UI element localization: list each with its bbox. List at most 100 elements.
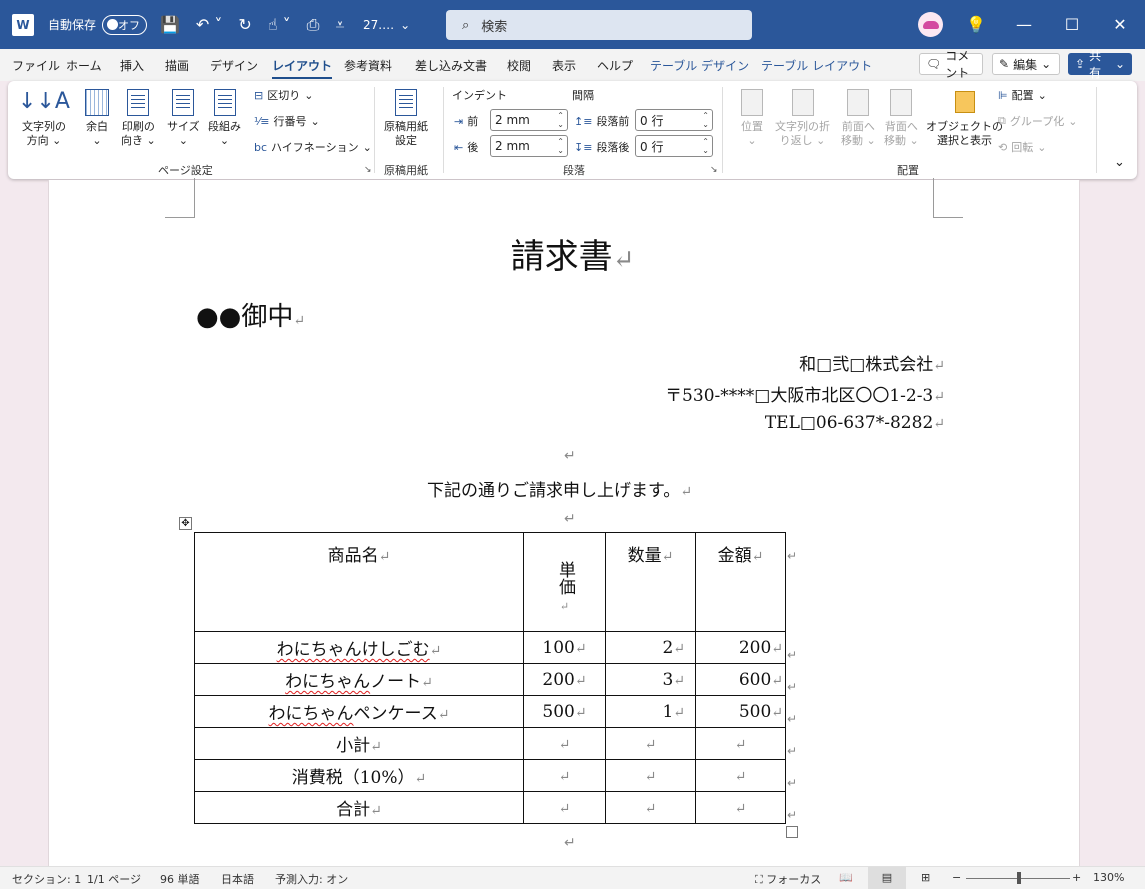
tab-mailings[interactable]: 差し込み文書	[415, 57, 487, 74]
empty-cell[interactable]: ↵	[523, 727, 606, 760]
product-cell[interactable]: わにちゃんノート↵	[194, 663, 524, 696]
bring-forward-button[interactable]: 前面へ 移動 ⌄	[841, 87, 876, 148]
rotate-button[interactable]: ⟲ 回転 ⌄	[998, 139, 1046, 155]
line-numbers-button[interactable]: ⅟≡ 行番号 ⌄	[254, 113, 320, 129]
zoom-level[interactable]: 130%	[1093, 871, 1124, 884]
tab-view[interactable]: 表示	[552, 57, 576, 74]
text-direction-button[interactable]: ↓↓A 文字列の 方向 ⌄	[18, 87, 70, 148]
maximize-button[interactable]: ☐	[1048, 0, 1096, 49]
empty-cell[interactable]: ↵	[695, 791, 786, 824]
tab-draw[interactable]: 描画	[165, 57, 189, 74]
spinner-arrows-icon[interactable]: ⌃ ⌄	[557, 111, 564, 129]
amount-cell[interactable]: 200↵	[695, 631, 786, 664]
spinner-arrows-icon[interactable]: ⌃ ⌄	[702, 137, 709, 155]
indent-after-input[interactable]: 2 mm ⌃ ⌄	[490, 135, 568, 157]
unit-price-cell[interactable]: 100↵	[523, 631, 606, 664]
tax-label-cell[interactable]: 消費税（10%）↵	[194, 759, 524, 792]
header-cell-product[interactable]: 商品名↵	[194, 532, 524, 632]
product-cell[interactable]: わにちゃんペンケース↵	[194, 695, 524, 728]
section-indicator[interactable]: セクション: 1	[12, 871, 81, 887]
amount-cell[interactable]: 600↵	[695, 663, 786, 696]
minimize-button[interactable]: —	[1000, 0, 1048, 49]
hyphenation-button[interactable]: bc ハイフネーション ⌄	[254, 139, 372, 155]
tab-layout[interactable]: レイアウト	[272, 57, 333, 79]
unit-price-cell[interactable]: 200↵	[523, 663, 606, 696]
lightbulb-icon[interactable]: 💡	[952, 0, 1000, 49]
tab-insert[interactable]: 挿入	[120, 57, 144, 74]
empty-cell[interactable]: ↵	[605, 759, 696, 792]
header-cell-unit-price[interactable]: 単価 ↵	[523, 532, 606, 632]
tab-design[interactable]: デザイン	[210, 57, 258, 74]
customize-qat-icon[interactable]: ⩡	[335, 15, 344, 35]
margins-button[interactable]: 余白 ⌄	[82, 87, 112, 148]
page-setup-dialog-launcher-icon[interactable]: ↘	[364, 165, 372, 175]
wrap-text-button[interactable]: 文字列の折 り返し ⌄	[775, 87, 830, 148]
table-resize-handle[interactable]	[786, 826, 798, 838]
word-count[interactable]: 96 単語	[160, 871, 200, 887]
tab-review[interactable]: 校閲	[507, 57, 531, 74]
indent-before-input[interactable]: 2 mm ⌃ ⌄	[490, 109, 568, 131]
language-indicator[interactable]: 日本語	[221, 871, 254, 887]
search-box[interactable]: ⌕ 検索	[446, 10, 752, 40]
collapse-ribbon-icon[interactable]: ⌄	[1114, 155, 1125, 170]
size-button[interactable]: サイズ ⌄	[167, 87, 200, 148]
position-button[interactable]: 位置 ⌄	[737, 87, 767, 148]
quantity-cell[interactable]: 2↵	[605, 631, 696, 664]
tab-home[interactable]: ホーム	[66, 57, 102, 74]
empty-paragraph[interactable]: ↵	[564, 832, 576, 852]
undo-icon[interactable]: ↶ ˅	[196, 15, 223, 34]
empty-paragraph[interactable]: ↵	[564, 508, 576, 528]
total-label-cell[interactable]: 合計↵	[194, 791, 524, 824]
spinner-arrows-icon[interactable]: ⌃ ⌄	[702, 111, 709, 129]
space-after-input[interactable]: 0 行 ⌃ ⌄	[635, 135, 713, 157]
breaks-button[interactable]: ⊟ 区切り ⌄	[254, 87, 313, 103]
unit-price-cell[interactable]: 500↵	[523, 695, 606, 728]
zoom-slider-thumb[interactable]	[1017, 872, 1021, 884]
selection-pane-button[interactable]: オブジェクトの 選択と表示	[926, 87, 1003, 148]
header-cell-amount[interactable]: 金額↵	[695, 532, 786, 632]
close-button[interactable]: ✕	[1096, 0, 1144, 49]
empty-paragraph[interactable]: ↵	[564, 445, 576, 465]
focus-mode-button[interactable]: ⛶ フォーカス	[755, 871, 821, 887]
empty-cell[interactable]: ↵	[605, 791, 696, 824]
genko-settings-button[interactable]: 原稿用紙 設定	[384, 87, 428, 148]
autosave-toggle[interactable]: オフ	[102, 14, 148, 35]
company-line[interactable]: 和□弐□株式会社↵	[799, 350, 945, 375]
group-button[interactable]: ⧉ グループ化 ⌄	[998, 113, 1077, 129]
quantity-cell[interactable]: 1↵	[605, 695, 696, 728]
product-cell[interactable]: わにちゃんけしごむ↵	[194, 631, 524, 664]
comment-button[interactable]: 🗨 コメント	[919, 49, 983, 80]
address-line[interactable]: 〒530-****□大阪市北区〇〇1-2-3↵	[665, 381, 945, 406]
zoom-in-icon[interactable]: +	[1072, 871, 1081, 884]
tab-table-layout[interactable]: テーブル レイアウト	[761, 57, 872, 74]
send-backward-button[interactable]: 背面へ 移動 ⌄	[884, 87, 919, 148]
align-button[interactable]: ⊫ 配置 ⌄	[998, 87, 1047, 103]
columns-button[interactable]: 段組み ⌄	[208, 87, 241, 148]
recipient-line[interactable]: ●●御中↵	[196, 296, 305, 333]
table-move-handle-icon[interactable]: ✥	[179, 517, 192, 530]
tab-help[interactable]: ヘルプ	[597, 57, 633, 74]
read-mode-icon[interactable]: 📖	[839, 871, 853, 884]
empty-cell[interactable]: ↵	[695, 727, 786, 760]
tab-file[interactable]: ファイル	[12, 57, 60, 74]
empty-cell[interactable]: ↵	[523, 791, 606, 824]
redo-icon[interactable]: ↻	[238, 15, 251, 34]
document-title[interactable]: 27.… ⌄	[363, 0, 410, 49]
intro-line[interactable]: 下記の通りご請求申し上げます。↵	[427, 476, 692, 501]
empty-cell[interactable]: ↵	[523, 759, 606, 792]
header-cell-quantity[interactable]: 数量↵	[605, 532, 696, 632]
share-button[interactable]: ⇪ 共有 ⌄	[1068, 49, 1132, 80]
paragraph-dialog-launcher-icon[interactable]: ↘	[710, 165, 718, 175]
touch-mode-icon[interactable]: ☝ ˅	[268, 15, 291, 34]
autosave[interactable]: 自動保存 オフ	[48, 0, 148, 49]
save-icon[interactable]: 💾	[160, 15, 180, 34]
empty-cell[interactable]: ↵	[695, 759, 786, 792]
document-title-text[interactable]: 請求書↵	[0, 229, 1145, 278]
tel-line[interactable]: TEL□06-637*-8282↵	[765, 413, 945, 433]
predictive-input-indicator[interactable]: 予測入力: オン	[275, 871, 348, 887]
empty-cell[interactable]: ↵	[605, 727, 696, 760]
page-indicator[interactable]: 1/1 ページ	[87, 871, 141, 887]
spinner-arrows-icon[interactable]: ⌃ ⌄	[557, 137, 564, 155]
tab-references[interactable]: 参考資料	[344, 57, 392, 74]
orientation-button[interactable]: 印刷の 向き ⌄	[121, 87, 156, 148]
